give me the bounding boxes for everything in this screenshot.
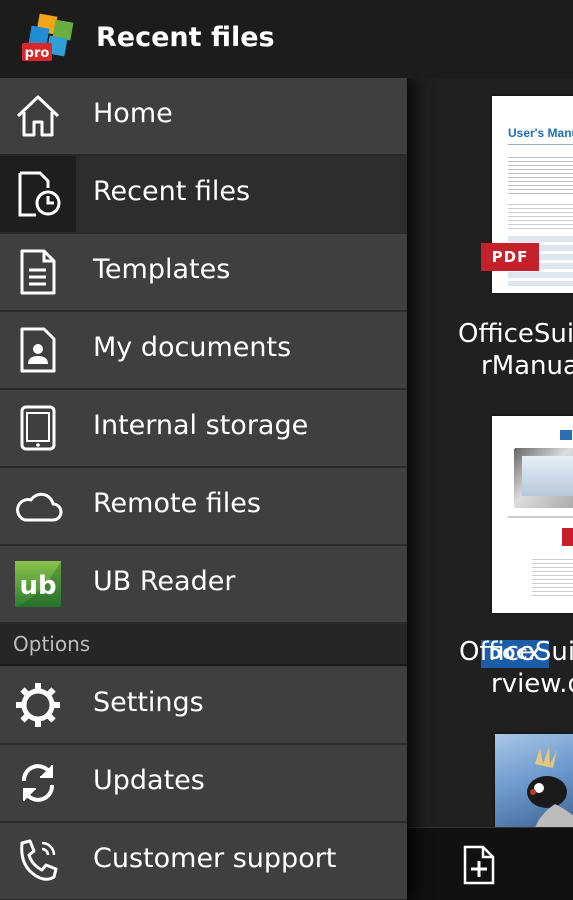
thumb-title: User's Manua [508, 126, 573, 140]
drawer-item-recent-files[interactable]: Recent files [0, 156, 407, 234]
ub-reader-icon: ub [0, 546, 76, 622]
options-section-header: Options [0, 624, 407, 666]
image-thumbnail [495, 734, 573, 828]
file-thumbnail [492, 416, 573, 613]
bottom-action-bar [407, 827, 573, 900]
page-title: Recent files [96, 22, 275, 53]
home-icon [0, 78, 76, 154]
refresh-icon [0, 745, 76, 821]
drawer-item-label: Customer support [93, 843, 337, 874]
officesuite-logo-icon[interactable]: pro [20, 13, 76, 65]
drawer-item-home[interactable]: Home [0, 78, 407, 156]
drawer-item-label: Templates [93, 254, 231, 285]
file-name: OfficeSui rManua [458, 318, 573, 382]
file-card-1[interactable]: User's Manua PDF OfficeSui rManua [407, 78, 573, 398]
gear-icon [0, 667, 76, 743]
drawer-item-label: Updates [93, 765, 205, 796]
section-label: Options [13, 632, 91, 656]
action-bar: pro Recent files [0, 0, 573, 78]
drawer-item-templates[interactable]: Templates [0, 234, 407, 312]
file-name-line1: OfficeSui [458, 319, 573, 349]
drawer-item-customer-support[interactable]: Customer support [0, 823, 407, 900]
new-document-icon[interactable] [463, 845, 495, 885]
drawer-item-label: Settings [93, 687, 204, 718]
svg-text:ub: ub [19, 571, 56, 601]
drawer-item-internal-storage[interactable]: Internal storage [0, 390, 407, 468]
drawer-item-my-documents[interactable]: My documents [0, 312, 407, 390]
file-name-2: OfficeSui rview.d [459, 636, 573, 700]
tablet-icon [0, 390, 76, 466]
drawer-item-settings[interactable]: Settings [0, 667, 407, 745]
cloud-icon [0, 468, 76, 544]
phone-icon [0, 823, 76, 899]
drawer-item-updates[interactable]: Updates [0, 745, 407, 823]
templates-icon [0, 234, 76, 310]
drawer-item-ub-reader[interactable]: ub UB Reader [0, 546, 407, 624]
file-name-line2: rview.d [491, 669, 573, 699]
drawer-item-label: UB Reader [93, 566, 236, 597]
drawer-item-label: Recent files [93, 176, 251, 207]
file-type-badge: PDF [481, 243, 539, 271]
recent-files-icon [0, 156, 76, 232]
navigation-drawer: Home Recent files Templates My documents… [0, 78, 407, 900]
app-root: User's Manua PDF OfficeSui rManua [0, 0, 573, 900]
drawer-item-label: Internal storage [93, 410, 309, 441]
drawer-item-label: My documents [93, 332, 292, 363]
file-name-line2: rManua [481, 351, 573, 381]
file-card-3[interactable] [407, 718, 573, 828]
file-name-line1: OfficeSui [459, 637, 573, 667]
drawer-item-label: Remote files [93, 488, 261, 519]
drawer-item-label: Home [93, 98, 173, 129]
drawer-item-remote-files[interactable]: Remote files [0, 468, 407, 546]
logo-badge-text: pro [25, 46, 50, 61]
my-documents-icon [0, 312, 76, 388]
